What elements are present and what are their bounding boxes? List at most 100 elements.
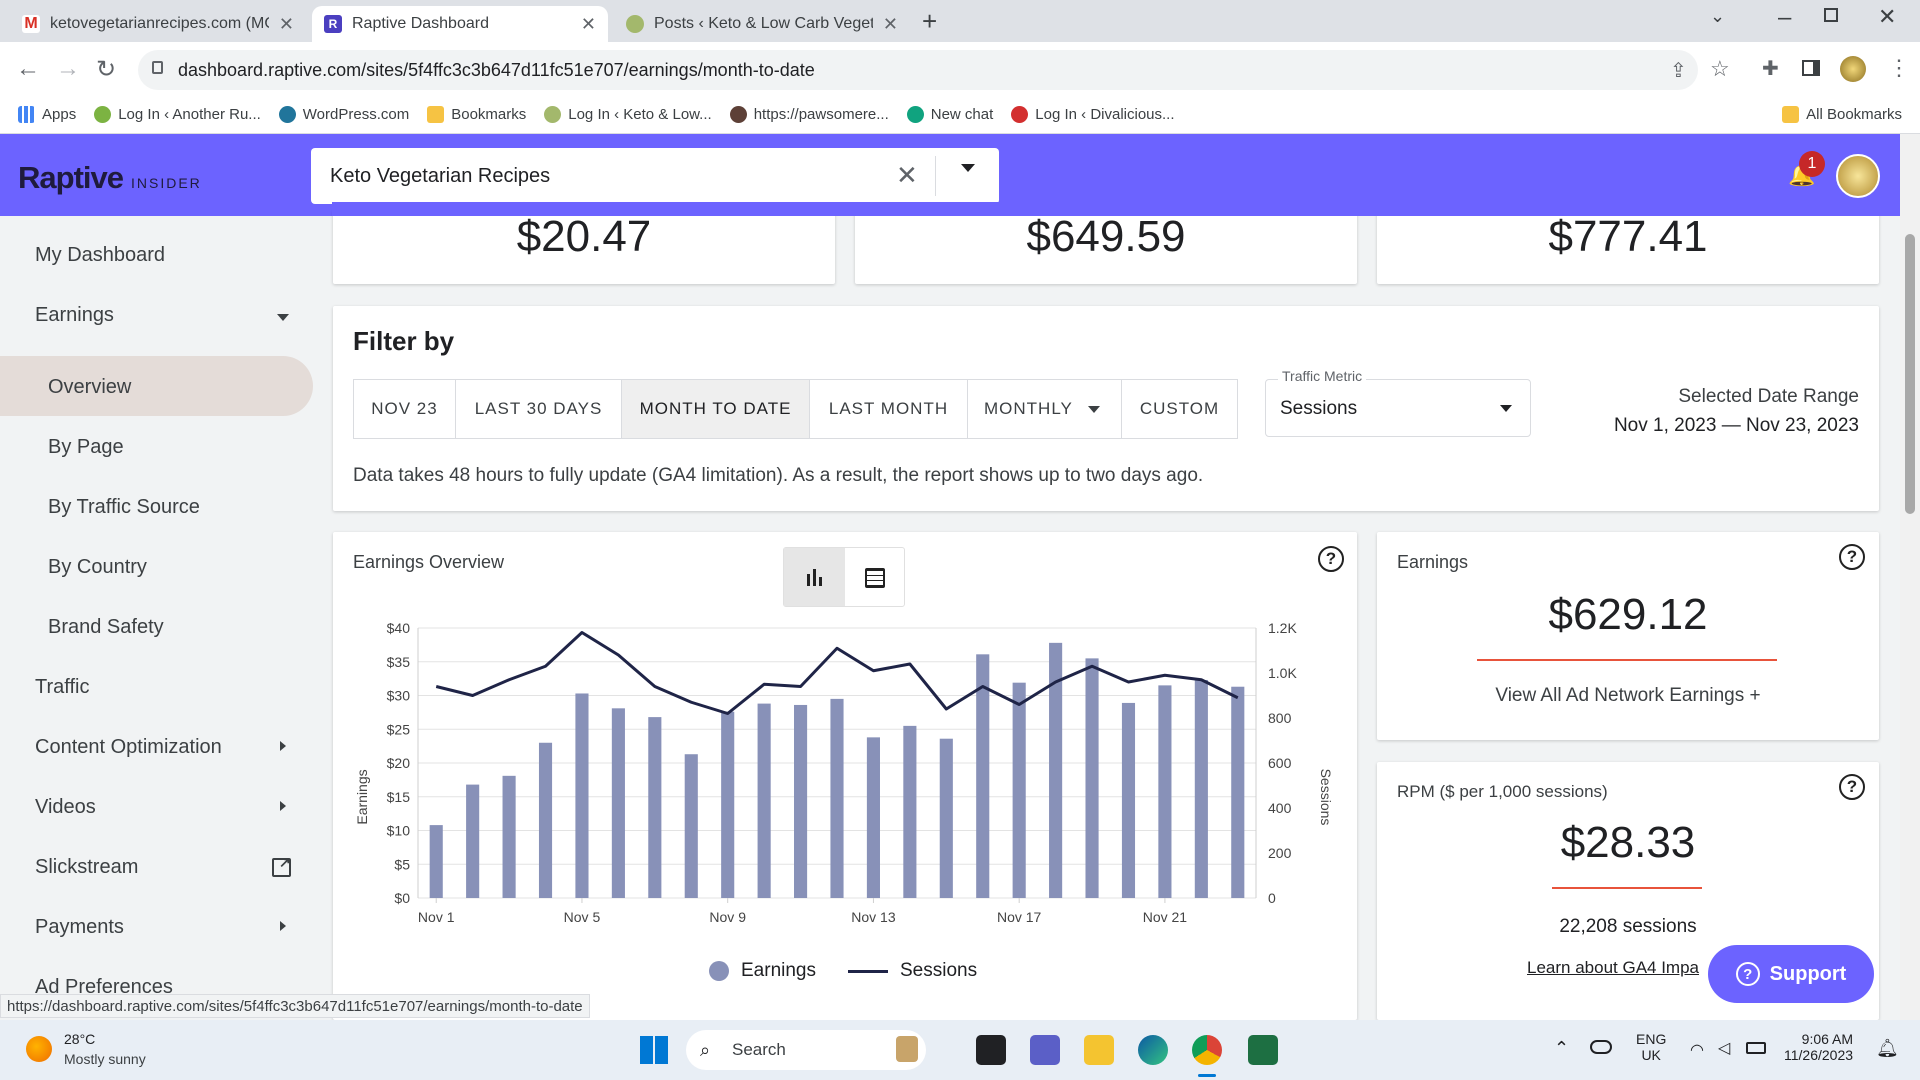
sidebar-item-brand-safety[interactable]: Brand Safety bbox=[48, 616, 164, 639]
bookmark-divalicious[interactable]: Log In ‹ Divalicious... bbox=[1011, 106, 1175, 123]
edge-icon[interactable] bbox=[1138, 1035, 1168, 1065]
language-indicator[interactable]: ENG UK bbox=[1636, 1031, 1666, 1063]
sidebar-item-by-page[interactable]: By Page bbox=[48, 436, 124, 459]
minimize-icon[interactable]: – bbox=[1778, 4, 1791, 32]
earnings-bar bbox=[611, 708, 625, 898]
taskbar-search[interactable]: ⌕ Search bbox=[686, 1030, 926, 1070]
clock[interactable]: 9:06 AM 11/26/2023 bbox=[1784, 1031, 1853, 1063]
divider bbox=[935, 156, 936, 196]
raptive-logo[interactable]: Raptive INSIDER bbox=[18, 160, 202, 196]
help-icon[interactable]: ? bbox=[1839, 774, 1865, 800]
bookmark-wordpress[interactable]: WordPress.com bbox=[278, 106, 409, 123]
sidebar-item-traffic[interactable]: Traffic bbox=[35, 676, 89, 699]
bar-chart-view-icon[interactable] bbox=[784, 548, 845, 606]
x-tick-label: Nov 1 bbox=[418, 909, 455, 925]
bookmark-star-icon[interactable]: ☆ bbox=[1710, 56, 1730, 82]
notification-icon[interactable]: 🔔︎ bbox=[1876, 1038, 1899, 1059]
sidebar-item-overview[interactable]: Overview bbox=[48, 376, 131, 399]
filter-month-to-date-button[interactable]: MONTH TO DATE bbox=[622, 380, 810, 438]
close-window-icon[interactable]: ✕ bbox=[1878, 4, 1896, 30]
site-selector[interactable]: Keto Vegetarian Recipes ✕ bbox=[311, 148, 999, 204]
extensions-icon[interactable]: ✚ bbox=[1762, 56, 1779, 81]
close-tab-icon[interactable]: ✕ bbox=[279, 14, 294, 35]
sidebar-item-by-traffic-source[interactable]: By Traffic Source bbox=[48, 496, 200, 519]
sidebar-item-payments[interactable]: Payments bbox=[35, 916, 124, 939]
forward-icon[interactable]: → bbox=[56, 55, 80, 83]
filter-nov23-button[interactable]: NOV 23 bbox=[354, 380, 456, 438]
bookmark-all[interactable]: All Bookmarks bbox=[1782, 106, 1902, 123]
chevron-right-icon[interactable] bbox=[280, 921, 286, 931]
help-icon[interactable]: ? bbox=[1839, 544, 1865, 570]
table-view-icon[interactable] bbox=[865, 568, 885, 588]
filter-monthly-button[interactable]: MONTHLY bbox=[968, 380, 1122, 438]
earnings-bar bbox=[1194, 679, 1208, 898]
close-tab-icon[interactable]: ✕ bbox=[581, 14, 596, 35]
page-scrollbar[interactable] bbox=[1900, 134, 1920, 1020]
browser-tab-posts[interactable]: Posts ‹ Keto & Low Carb Vegetar ✕ bbox=[614, 6, 910, 42]
sidebar-item-slickstream[interactable]: Slickstream bbox=[35, 856, 138, 879]
task-view-icon[interactable] bbox=[976, 1035, 1006, 1065]
bookmark-another-ru[interactable]: Log In ‹ Another Ru... bbox=[94, 106, 261, 123]
sidebar-item-my-dashboard[interactable]: My Dashboard bbox=[35, 244, 165, 267]
sidebar-item-by-country[interactable]: By Country bbox=[48, 556, 147, 579]
teams-icon[interactable] bbox=[1030, 1035, 1060, 1065]
volume-icon[interactable]: ◁ bbox=[1718, 1038, 1730, 1058]
battery-icon[interactable] bbox=[1746, 1042, 1766, 1054]
reload-icon[interactable]: ↻ bbox=[96, 55, 116, 84]
help-icon[interactable]: ? bbox=[1318, 546, 1344, 572]
search-icon: ⌕ bbox=[700, 1040, 711, 1060]
clear-icon[interactable]: ✕ bbox=[896, 160, 918, 191]
onedrive-icon[interactable] bbox=[1590, 1040, 1612, 1054]
bookmark-label: All Bookmarks bbox=[1806, 106, 1902, 123]
chevron-down-icon[interactable] bbox=[277, 314, 289, 321]
weather-icon[interactable] bbox=[26, 1036, 52, 1062]
filter-last-month-button[interactable]: LAST MONTH bbox=[810, 380, 968, 438]
new-tab-icon[interactable]: + bbox=[922, 6, 937, 37]
site-name: Keto Vegetarian Recipes bbox=[330, 164, 551, 187]
earnings-bar bbox=[684, 754, 698, 898]
tab-search-icon[interactable]: ⌄ bbox=[1710, 6, 1725, 27]
traffic-metric-select[interactable]: Traffic Metric Sessions bbox=[1265, 368, 1531, 437]
bookmark-new-chat[interactable]: New chat bbox=[906, 106, 993, 123]
chevron-right-icon[interactable] bbox=[280, 741, 286, 751]
bookmark-pawsome[interactable]: https://pawsomere... bbox=[729, 106, 889, 123]
user-avatar[interactable] bbox=[1836, 154, 1880, 198]
y-tick-label: $20 bbox=[387, 755, 411, 771]
browser-tab-gmail[interactable]: M ketovegetarianrecipes.com (MO ✕ bbox=[10, 6, 306, 42]
share-icon[interactable]: ⇪ bbox=[1670, 58, 1687, 83]
filter-last30-button[interactable]: LAST 30 DAYS bbox=[456, 380, 622, 438]
bookmark-keto-login[interactable]: Log In ‹ Keto & Low... bbox=[544, 106, 712, 123]
y-axis-label: Earnings bbox=[354, 769, 370, 824]
close-tab-icon[interactable]: ✕ bbox=[883, 14, 898, 35]
traffic-metric-value: Sessions bbox=[1280, 398, 1358, 419]
sidebar-item-videos[interactable]: Videos bbox=[35, 796, 96, 819]
chrome-icon[interactable] bbox=[1192, 1035, 1222, 1065]
wifi-icon[interactable]: ◠ bbox=[1690, 1040, 1704, 1060]
support-button[interactable]: ? Support bbox=[1708, 945, 1874, 1003]
x-tick-label: Nov 21 bbox=[1143, 909, 1188, 925]
view-all-earnings-link[interactable]: View All Ad Network Earnings + bbox=[1377, 685, 1879, 707]
excel-icon[interactable] bbox=[1248, 1035, 1278, 1065]
chevron-up-icon[interactable]: ⌃ bbox=[1554, 1038, 1569, 1059]
menu-icon[interactable]: ⋮ bbox=[1888, 55, 1910, 81]
windows-start-icon[interactable] bbox=[640, 1036, 668, 1064]
profile-avatar[interactable] bbox=[1840, 56, 1866, 82]
chevron-right-icon[interactable] bbox=[280, 801, 286, 811]
browser-tab-raptive[interactable]: R Raptive Dashboard ✕ bbox=[312, 6, 608, 42]
scrollbar-thumb[interactable] bbox=[1905, 234, 1915, 514]
filter-custom-button[interactable]: CUSTOM bbox=[1122, 380, 1237, 438]
file-explorer-icon[interactable] bbox=[1084, 1035, 1114, 1065]
url-bar[interactable]: dashboard.raptive.com/sites/5f4ffc3c3b64… bbox=[138, 50, 1698, 90]
ga4-impact-link[interactable]: Learn about GA4 Impa bbox=[1527, 958, 1699, 978]
bookmark-folder-bookmarks[interactable]: Bookmarks bbox=[427, 106, 526, 123]
sidebar-item-content-optimization[interactable]: Content Optimization bbox=[35, 736, 222, 759]
maximize-icon[interactable] bbox=[1824, 8, 1838, 22]
earnings-bar bbox=[1231, 686, 1245, 898]
back-icon[interactable]: ← bbox=[16, 55, 40, 83]
sidebar-item-earnings[interactable]: Earnings bbox=[35, 304, 114, 327]
external-link-icon[interactable]: ↗ bbox=[272, 854, 291, 877]
dropdown-arrow-icon[interactable] bbox=[961, 164, 975, 172]
sidepanel-icon[interactable] bbox=[1802, 60, 1820, 76]
traffic-metric-label: Traffic Metric bbox=[1278, 368, 1367, 384]
bookmark-apps[interactable]: Apps bbox=[18, 106, 76, 123]
